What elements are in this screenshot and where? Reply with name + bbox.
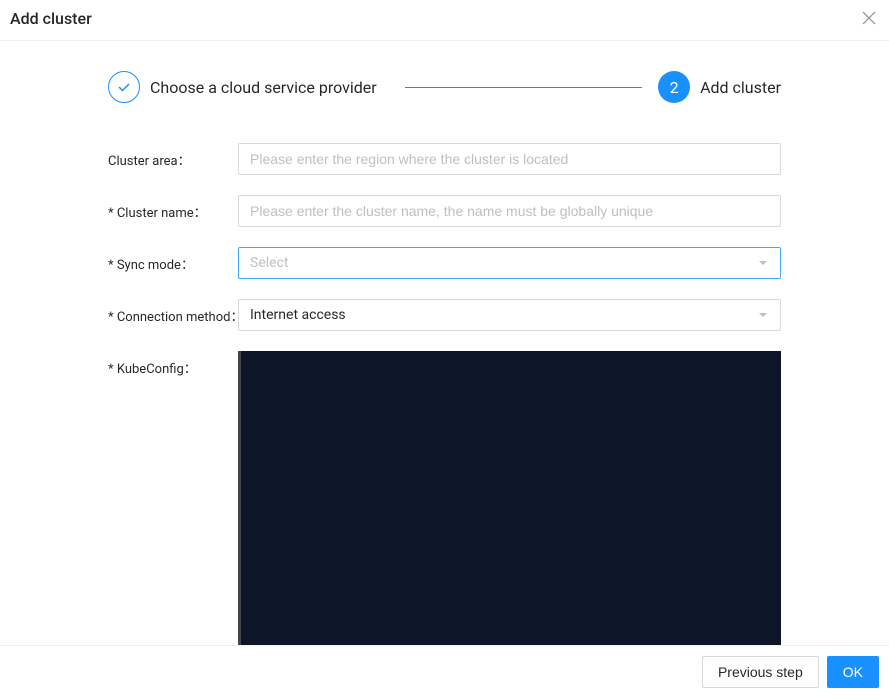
row-kubeconfig: * KubeConfig <box>108 351 781 655</box>
step-connector <box>405 87 642 88</box>
label-kubeconfig: * KubeConfig <box>108 351 238 377</box>
modal-header: Add cluster <box>0 0 889 41</box>
label-cluster-name: * Cluster name <box>108 195 238 221</box>
cluster-area-input[interactable] <box>238 143 781 175</box>
sync-mode-select[interactable]: Select <box>238 247 781 279</box>
chevron-down-icon <box>757 257 769 269</box>
row-cluster-name: * Cluster name <box>108 195 781 227</box>
cluster-name-input[interactable] <box>238 195 781 227</box>
close-button[interactable] <box>859 8 879 28</box>
kubeconfig-editor[interactable] <box>238 351 781 651</box>
sync-mode-placeholder: Select <box>250 255 288 271</box>
previous-step-button[interactable]: Previous step <box>702 656 819 688</box>
step-2-icon: 2 <box>658 71 690 103</box>
chevron-down-icon <box>757 309 769 321</box>
label-sync-mode: * Sync mode <box>108 247 238 273</box>
step-2-title: Add cluster <box>700 78 781 97</box>
label-cluster-area: Cluster area <box>108 143 238 169</box>
stepper: Choose a cloud service provider 2 Add cl… <box>108 71 781 103</box>
check-icon <box>116 79 132 95</box>
row-connection-method: * Connection method Internet access <box>108 299 781 331</box>
connection-method-select[interactable]: Internet access <box>238 299 781 331</box>
modal-body: Choose a cloud service provider 2 Add cl… <box>0 41 889 695</box>
row-sync-mode: * Sync mode Select <box>108 247 781 279</box>
connection-method-value: Internet access <box>250 307 346 323</box>
step-2: 2 Add cluster <box>658 71 781 103</box>
row-cluster-area: Cluster area <box>108 143 781 175</box>
step-1: Choose a cloud service provider <box>108 71 377 103</box>
close-icon <box>862 11 876 25</box>
modal-footer: Previous step OK <box>0 645 889 698</box>
ok-button[interactable]: OK <box>827 656 879 688</box>
step-1-title: Choose a cloud service provider <box>150 78 377 97</box>
step-1-icon <box>108 71 140 103</box>
modal-title: Add cluster <box>10 9 92 28</box>
label-connection-method: * Connection method <box>108 299 238 325</box>
